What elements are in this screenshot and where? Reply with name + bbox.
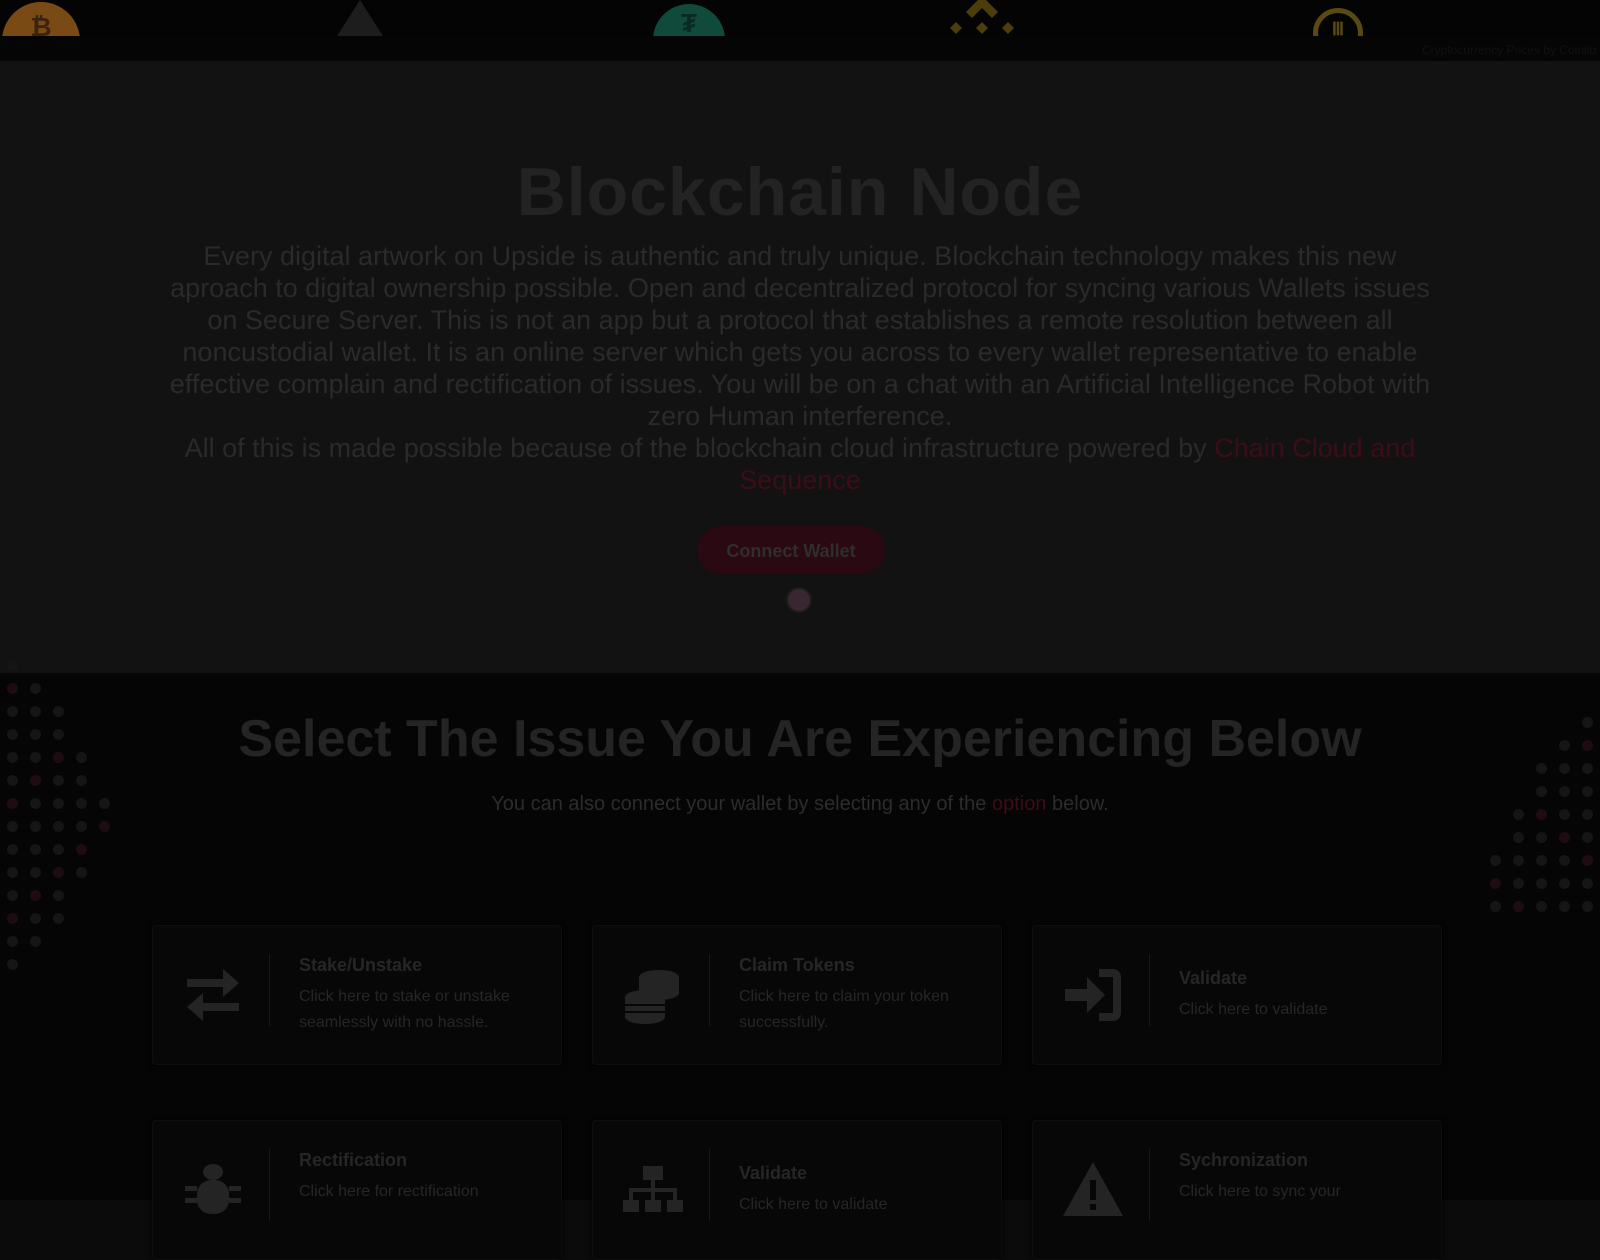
issues-heading: Select The Issue You Are Experiencing Be… (238, 710, 1362, 768)
decorative-dot (7, 890, 18, 901)
decorative-dot (7, 660, 18, 671)
decorative-dot (1513, 855, 1524, 866)
decorative-dot (1490, 901, 1501, 912)
decorative-dot (30, 775, 41, 786)
tether-glyph: ₮ (681, 8, 697, 38)
decorative-dot (53, 913, 64, 924)
hero-section: Blockchain Node Every digital artwork on… (0, 61, 1600, 673)
card-divider (269, 1149, 270, 1221)
decorative-dot (1582, 878, 1593, 889)
decorative-dot (30, 844, 41, 855)
decorative-dot (1582, 855, 1593, 866)
issue-card-claim-tokens[interactable]: Claim Tokens Click here to claim your to… (592, 925, 1002, 1065)
decorative-dot (53, 775, 64, 786)
decorative-dot (7, 683, 18, 694)
decorative-dot (53, 867, 64, 878)
card-title: Rectification (299, 1150, 408, 1170)
decorative-dot (7, 775, 18, 786)
decorative-dot (1513, 832, 1524, 843)
crypto-price-ticker: ₿ ₮ Ⅲ Cryptocurrency Prices by Coinlib (0, 0, 1600, 62)
card-description: Click here to validate (1179, 1001, 1328, 1018)
card-divider (709, 954, 710, 1026)
triangle-coin-logo[interactable] (337, 0, 383, 36)
decorative-dot (7, 936, 18, 947)
card-description: Click here to sync your (1179, 1183, 1341, 1200)
decorative-dot (76, 867, 87, 878)
ticker-strip (0, 36, 1600, 61)
card-title: Stake/Unstake (299, 955, 423, 975)
decorative-dot (1536, 878, 1547, 889)
issue-card-validate[interactable]: Validate Click here to validate (1032, 925, 1442, 1065)
card-title: Validate (739, 1163, 808, 1183)
page-title: Blockchain Node (516, 154, 1084, 230)
card-divider (709, 1149, 710, 1221)
sign-in-icon (1065, 969, 1121, 1021)
decorative-dot (1582, 901, 1593, 912)
decorative-dot (30, 867, 41, 878)
option-link[interactable]: option (992, 793, 1047, 815)
card-divider (1149, 954, 1150, 1026)
warning-icon (1063, 1162, 1123, 1216)
decorative-dot (1582, 832, 1593, 843)
decorative-dot (1513, 878, 1524, 889)
decorative-dot (76, 775, 87, 786)
card-description: Click here to claim your token successfu… (739, 988, 949, 1031)
issues-subtitle-prefix: You can also connect your wallet by sele… (491, 793, 992, 815)
decorative-dot (1490, 878, 1501, 889)
scroll-indicator-dot (786, 587, 812, 613)
exchange-arrows-icon (187, 969, 239, 1021)
issues-subtitle-suffix: below. (1046, 793, 1109, 815)
decorative-dot (53, 821, 64, 832)
connect-wallet-button[interactable]: Connect Wallet (697, 526, 885, 574)
decorative-dot (7, 821, 18, 832)
decorative-dot (7, 867, 18, 878)
card-title: Claim Tokens (739, 955, 855, 975)
decorative-dot (1536, 901, 1547, 912)
decorative-dot (76, 844, 87, 855)
card-description: Click here to validate (739, 1196, 888, 1213)
decorative-dot (7, 959, 18, 970)
decorative-dot (1536, 855, 1547, 866)
network-icon (623, 1166, 683, 1212)
issues-subtitle: You can also connect your wallet by sele… (0, 793, 1600, 816)
decorative-dot (1559, 832, 1570, 843)
decorative-dot (7, 844, 18, 855)
decorative-dot (7, 913, 18, 924)
card-divider (269, 954, 270, 1026)
issue-card-stake[interactable]: Stake/Unstake Click here to stake or uns… (152, 925, 562, 1065)
card-title: Sychronization (1179, 1150, 1309, 1170)
powered-by-text: All of this is made possible because of … (184, 433, 1215, 463)
decorative-dot (30, 683, 41, 694)
hero-paragraph: Every digital artwork on Upside is authe… (169, 241, 1431, 431)
card-description: Click here to stake or unstake seamlessl… (299, 988, 510, 1031)
decorative-dot (76, 821, 87, 832)
decorative-dot (1513, 901, 1524, 912)
decorative-dot (99, 821, 110, 832)
decorative-dot (1559, 878, 1570, 889)
card-divider (1149, 1149, 1150, 1221)
decorative-dot (30, 913, 41, 924)
decorative-dot (1559, 855, 1570, 866)
decorative-dot (1536, 832, 1547, 843)
decorative-dot (53, 844, 64, 855)
issue-card-validate-network[interactable]: Validate Click here to validate (592, 1120, 1002, 1260)
decorative-dot (30, 890, 41, 901)
decorative-dot (53, 890, 64, 901)
decorative-dot (1559, 901, 1570, 912)
decorative-dot (30, 936, 41, 947)
card-description: Click here for rectification (299, 1183, 479, 1200)
issue-card-rectification[interactable]: Rectification Click here for rectificati… (152, 1120, 562, 1260)
decorative-dot (30, 821, 41, 832)
coins-stack-icon (625, 970, 679, 1024)
hero-description: Every digital artwork on Upside is authe… (158, 240, 1442, 496)
issue-card-synchronization[interactable]: Sychronization Click here to sync your (1032, 1120, 1442, 1260)
ticker-credit[interactable]: Cryptocurrency Prices by Coinlib (1422, 43, 1596, 57)
bug-icon (185, 1164, 241, 1214)
card-title: Validate (1179, 968, 1248, 988)
issues-section: Select The Issue You Are Experiencing Be… (0, 660, 1600, 1260)
decorative-dot (1490, 855, 1501, 866)
